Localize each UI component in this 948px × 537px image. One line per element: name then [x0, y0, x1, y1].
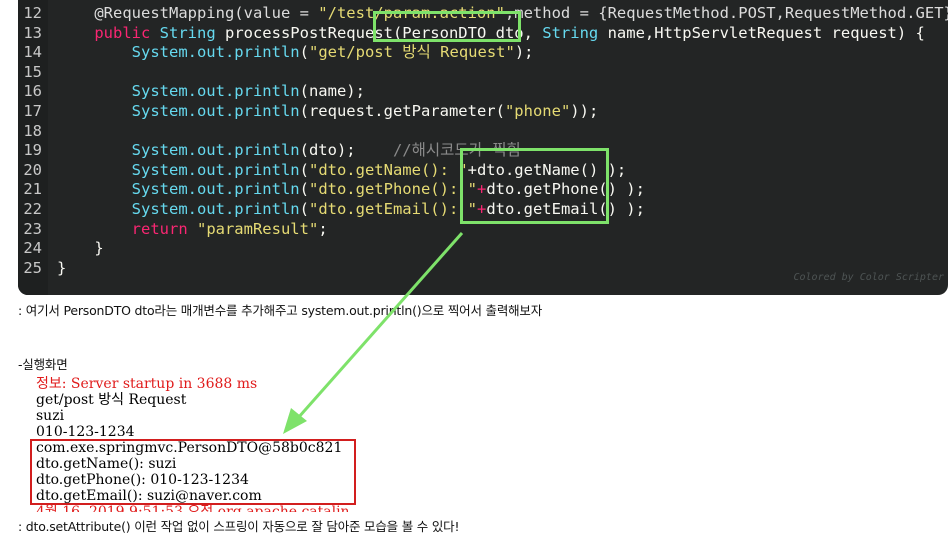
code-token: (	[299, 180, 309, 199]
code-token: ));	[570, 102, 599, 120]
line-number: 14	[23, 43, 42, 62]
line-number: 22	[23, 200, 42, 218]
code-token: "get/post 방식 Request"	[308, 43, 515, 62]
line-number: 12	[23, 4, 42, 22]
line-number: 20	[23, 160, 42, 179]
code-token: (name);	[299, 82, 365, 101]
code-credit: Colored by Color Scripter	[793, 272, 944, 283]
code-token: "dto.getPhone(): "	[308, 180, 477, 199]
code-token: System.out.println	[57, 43, 300, 62]
code-token: "dto.getName(): "	[308, 160, 468, 179]
line-number: 24	[23, 239, 42, 258]
console-cut-line: 4월 16, 2019 9:51:53 오전 org.apache.catali…	[36, 504, 350, 512]
code-token: @RequestMapping(value =	[57, 4, 319, 22]
code-token: "dto.getEmail(): "	[308, 200, 477, 218]
caption-result: : dto.setAttribute() 이런 작업 없이 스프링이 자동으로 …	[18, 519, 460, 534]
code-token: ;	[318, 219, 328, 238]
code-token: (	[299, 160, 309, 179]
line-number: 25	[23, 258, 42, 277]
code-token: }	[57, 258, 67, 277]
code-token: "paramResult"	[196, 219, 319, 238]
highlight-dto-param	[373, 11, 521, 42]
code-line: 18	[18, 122, 57, 142]
code-token: (dto);	[299, 141, 393, 160]
code-token: System.out.println	[57, 82, 300, 101]
code-token: (	[299, 43, 309, 62]
code-line: 25}	[18, 259, 66, 279]
console-line: suzi	[36, 408, 65, 424]
code-line: 24 }	[18, 239, 104, 259]
code-line: 14 System.out.println("get/post 방식 Reque…	[18, 43, 533, 63]
line-number: 17	[23, 102, 42, 120]
line-number: 13	[23, 23, 42, 42]
code-token: System.out.println	[57, 141, 300, 160]
code-token: System.out.println	[57, 102, 300, 120]
code-line: 15	[18, 63, 57, 83]
code-token: name,HttpServletRequest request) {	[607, 23, 925, 42]
code-token: );	[514, 43, 534, 62]
line-number: 23	[23, 219, 42, 238]
code-token: (	[299, 200, 309, 218]
code-token: ,method = {RequestMethod.POST,RequestMet…	[504, 4, 948, 22]
line-number: 18	[23, 121, 42, 140]
code-token: System.out.println	[57, 180, 300, 199]
console-line: 정보: Server startup in 3688 ms	[36, 376, 258, 392]
code-token: String	[542, 23, 608, 42]
code-line: 23 return "paramResult";	[18, 219, 328, 240]
code-token: (request.getParameter(	[299, 102, 505, 120]
console-line: 010-123-1234	[36, 424, 135, 440]
code-token: System.out.println	[57, 160, 300, 179]
highlight-dto-output	[30, 439, 356, 505]
line-number: 21	[23, 180, 42, 199]
code-token: }	[57, 239, 104, 258]
line-number: 15	[23, 62, 42, 81]
highlight-dto-getters	[460, 148, 609, 224]
code-token: System.out.println	[57, 200, 300, 218]
line-number: 19	[23, 141, 42, 160]
code-token: "phone"	[504, 102, 571, 120]
caption-intro: : 여기서 PersonDTO dto라는 매개변수를 추가해주고 system…	[18, 303, 543, 318]
code-token: public	[57, 23, 160, 42]
code-line: 16 System.out.println(name);	[18, 82, 365, 102]
line-number: 16	[23, 82, 42, 101]
code-token: String	[159, 23, 225, 42]
code-line: 17 System.out.println(request.getParamet…	[18, 102, 598, 122]
console-line: get/post 방식 Request	[36, 392, 187, 408]
code-token: return	[57, 219, 197, 238]
code-line: 19 System.out.println(dto); //해시코드가 찍힘	[18, 141, 520, 161]
run-heading: -실행화면	[18, 357, 68, 372]
